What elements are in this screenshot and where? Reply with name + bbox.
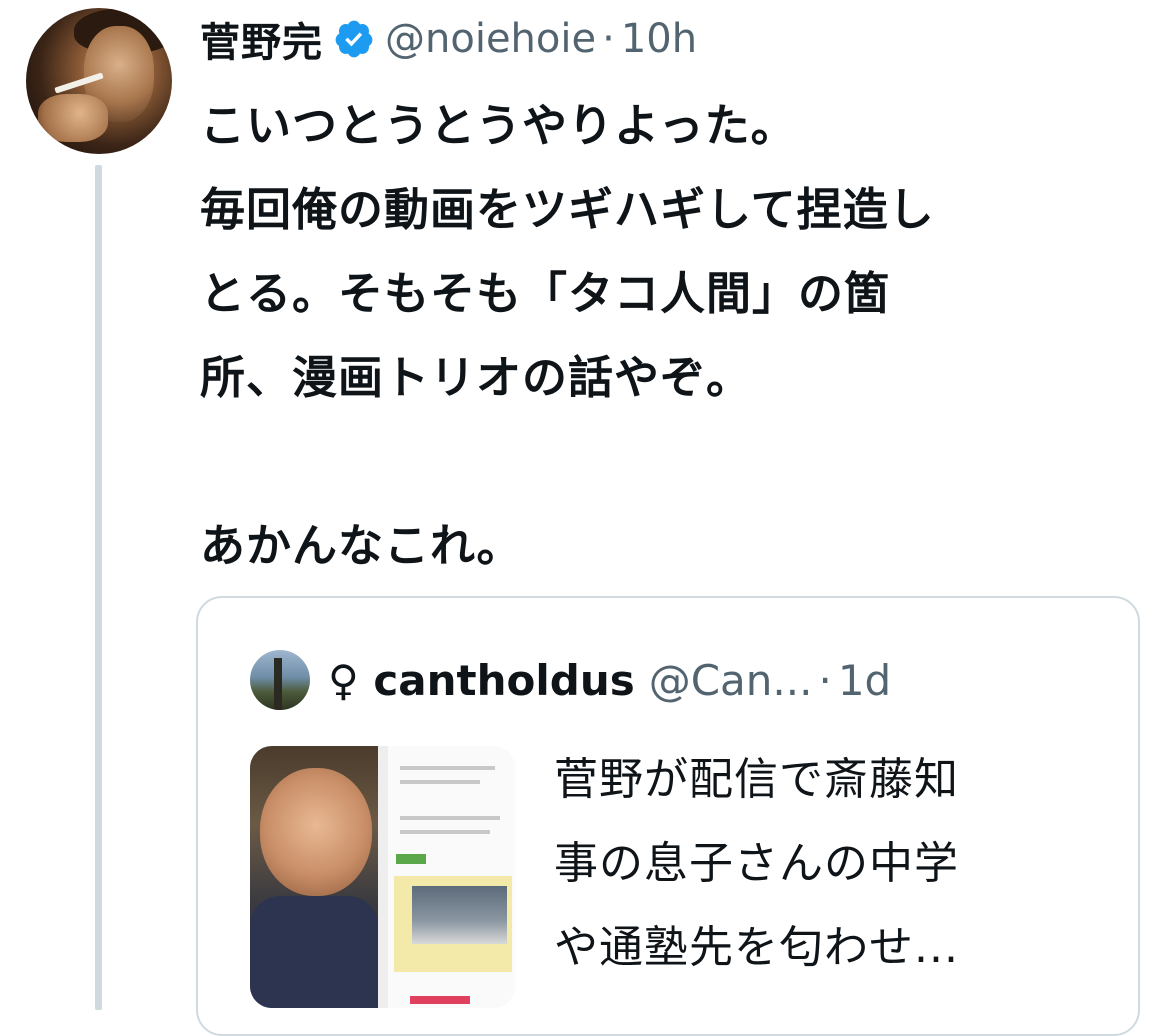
header-separator: · xyxy=(602,16,615,62)
tweet-text-line: 所、漫画トリオの話やぞ。 xyxy=(200,351,753,404)
tweet-text-line: こいつとうとうやりよった。 xyxy=(200,99,797,152)
tweet-text-line: あかんなこれ。 xyxy=(200,519,523,572)
author-avatar[interactable] xyxy=(26,8,172,154)
tweet-text-line xyxy=(200,420,1150,504)
tweet-text-line: 毎回俺の動画をツギハギして捏造し xyxy=(200,183,935,236)
quoted-author-handle: @Can... xyxy=(648,655,813,705)
tweet-timestamp[interactable]: 10h xyxy=(621,16,697,62)
verified-badge-icon[interactable] xyxy=(333,18,375,60)
tweet-header: 菅野完 @noiehoie · 10h xyxy=(200,8,697,70)
quoted-author-avatar xyxy=(250,650,310,710)
quoted-author-name: ♀ cantholdus xyxy=(328,655,635,705)
quoted-text-line: 菅野が配信で斎藤知 xyxy=(554,754,959,805)
quoted-tweet-header: ♀ cantholdus @Can... · 1d xyxy=(250,650,891,710)
thread-connector-line xyxy=(95,165,102,1010)
quoted-tweet-timestamp: 1d xyxy=(837,655,892,705)
quoted-tweet-text: 菅野が配信で斎藤知 事の息子さんの中学 や通塾先を匂わせ... xyxy=(554,738,1114,990)
quoted-header-separator: · xyxy=(818,655,832,705)
author-handle[interactable]: @noiehoie xyxy=(385,16,596,62)
tweet-body: こいつとうとうやりよった。 毎回俺の動画をツギハギして捏造し とる。そもそも「タ… xyxy=(200,84,1150,588)
author-name[interactable]: 菅野完 xyxy=(200,10,323,68)
quoted-text-line: 事の息子さんの中学 xyxy=(554,838,959,889)
quoted-text-line: や通塾先を匂わせ... xyxy=(554,922,959,973)
quoted-tweet-media[interactable] xyxy=(250,746,515,1008)
quoted-tweet-card[interactable]: ♀ cantholdus @Can... · 1d 菅野が配信で斎藤知 事の息子… xyxy=(196,596,1140,1036)
tweet-text-line: とる。そもそも「タコ人間」の箇 xyxy=(200,267,891,320)
